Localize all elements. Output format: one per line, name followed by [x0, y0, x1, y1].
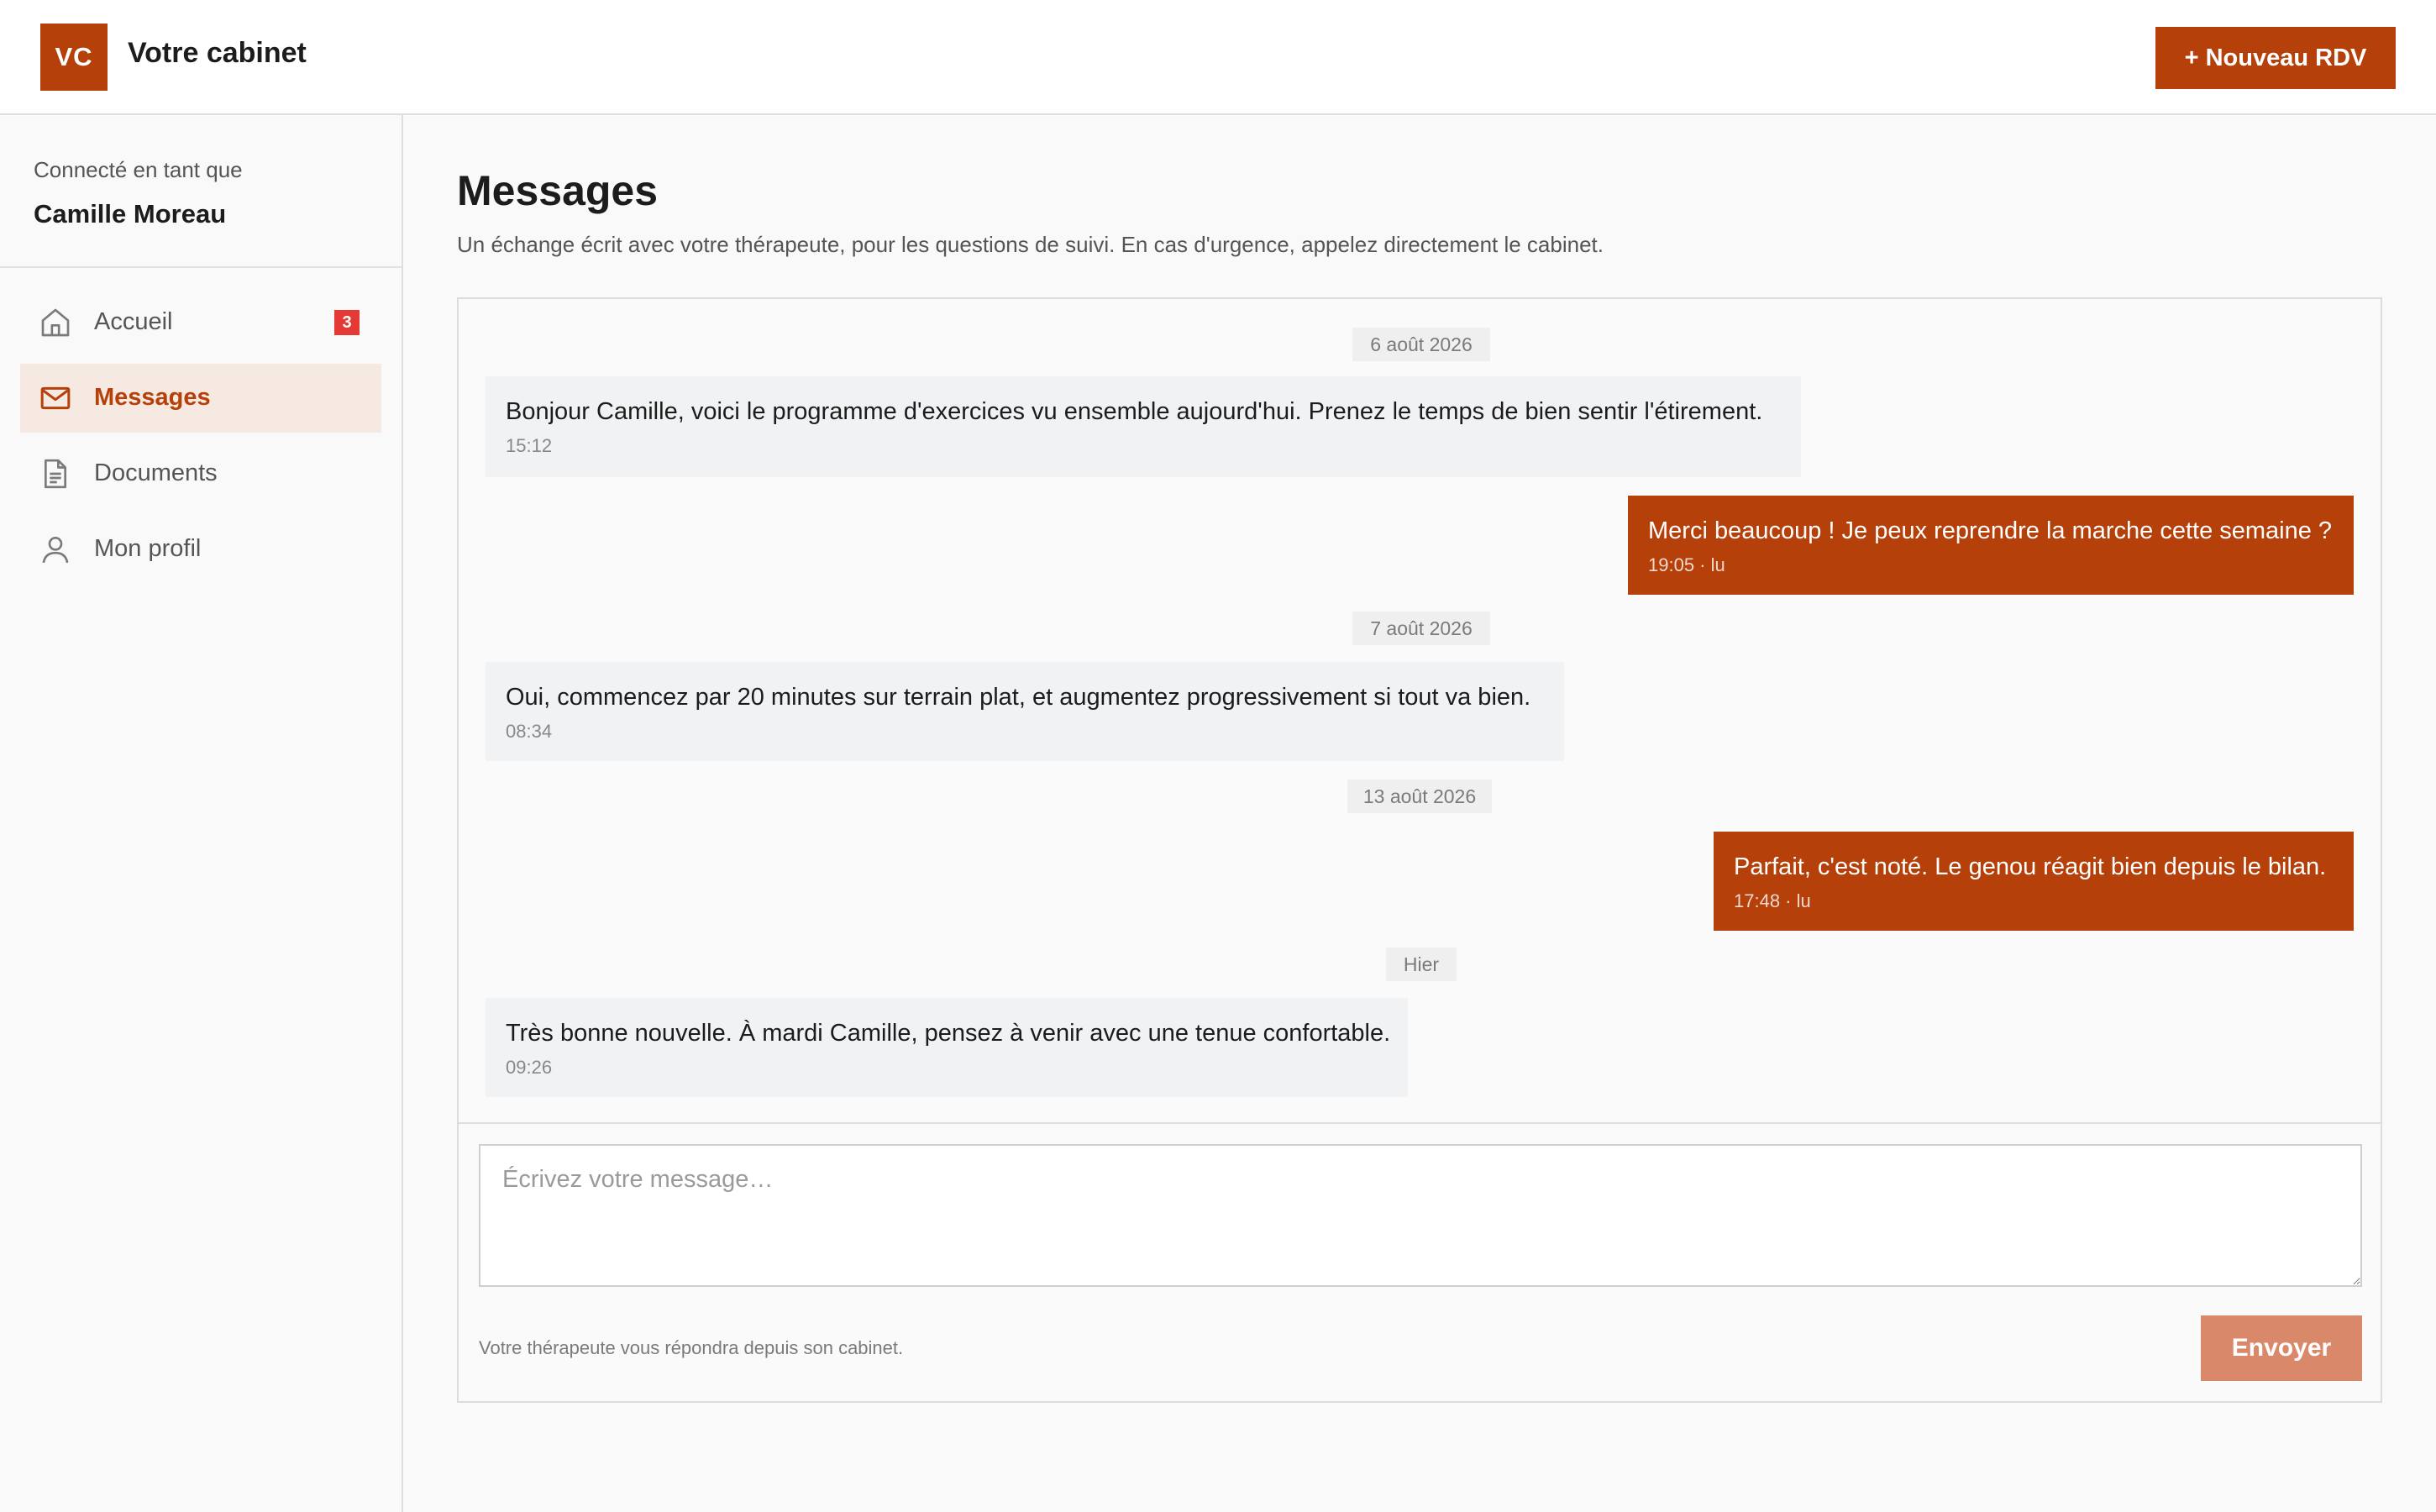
sidebar-item-label: Messages — [94, 384, 211, 411]
sidebar-item-label: Accueil — [94, 308, 173, 335]
message-bubble-incoming: Très bonne nouvelle. À mardi Camille, pe… — [486, 998, 1408, 1097]
mail-icon — [40, 386, 71, 410]
sidebar-item-label: Documents — [94, 459, 218, 486]
top-header: VC Votre cabinet + Nouveau RDV — [0, 0, 2436, 115]
send-button[interactable]: Envoyer — [2201, 1315, 2362, 1381]
date-separator: 6 août 2026 — [1352, 328, 1490, 361]
connected-label: Connecté en tant que — [34, 157, 243, 182]
composer-divider — [459, 1122, 2381, 1124]
notification-badge: 3 — [334, 310, 360, 335]
message-time: 15:12 — [506, 435, 553, 456]
message-input[interactable] — [479, 1144, 2362, 1287]
composer-hint: Votre thérapeute vous répondra depuis so… — [479, 1337, 904, 1358]
sidebar-item-profil[interactable]: Mon profil — [20, 515, 381, 584]
page-title: Messages — [457, 167, 659, 214]
sidebar-item-accueil[interactable]: Accueil 3 — [20, 288, 381, 357]
message-time: 09:26 — [506, 1057, 553, 1078]
message-text: Bonjour Camille, voici le programme d'ex… — [506, 398, 1763, 425]
home-icon — [41, 308, 70, 337]
message-text: Très bonne nouvelle. À mardi Camille, pe… — [506, 1020, 1391, 1047]
sidebar-item-label: Mon profil — [94, 535, 202, 562]
sidebar-item-messages[interactable]: Messages — [20, 364, 381, 433]
date-separator: Hier — [1386, 948, 1457, 981]
date-separator: 7 août 2026 — [1352, 612, 1490, 645]
message-time: 08:34 — [506, 721, 553, 742]
user-icon — [42, 537, 69, 564]
message-time: 17:48 · lu — [1734, 890, 1811, 911]
message-bubble-incoming: Oui, commencez par 20 minutes sur terrai… — [486, 662, 1564, 761]
user-name: Camille Moreau — [34, 199, 227, 228]
sidebar-item-documents[interactable]: Documents — [20, 439, 381, 508]
new-appointment-button[interactable]: + Nouveau RDV — [2155, 27, 2396, 89]
message-panel: 6 août 2026 Bonjour Camille, voici le pr… — [457, 297, 2382, 1403]
message-text: Parfait, c'est noté. Le genou réagit bie… — [1734, 853, 2327, 880]
message-bubble-outgoing: Merci beaucoup ! Je peux reprendre la ma… — [1628, 496, 2354, 595]
document-icon — [45, 459, 66, 489]
message-bubble-outgoing: Parfait, c'est noté. Le genou réagit bie… — [1714, 832, 2354, 931]
page-subtitle: Un échange écrit avec votre thérapeute, … — [457, 232, 1604, 257]
message-text: Merci beaucoup ! Je peux reprendre la ma… — [1648, 517, 2333, 544]
brand-name: Votre cabinet — [128, 37, 307, 69]
date-separator: 13 août 2026 — [1347, 780, 1492, 813]
message-bubble-incoming: Bonjour Camille, voici le programme d'ex… — [486, 376, 1801, 477]
sidebar: Connecté en tant que Camille Moreau Accu… — [0, 115, 403, 1512]
message-time: 19:05 · lu — [1648, 554, 1725, 575]
cabinet-logo: VC — [40, 24, 108, 91]
message-text: Oui, commencez par 20 minutes sur terrai… — [506, 684, 1531, 711]
user-block: Connecté en tant que Camille Moreau — [0, 115, 402, 268]
